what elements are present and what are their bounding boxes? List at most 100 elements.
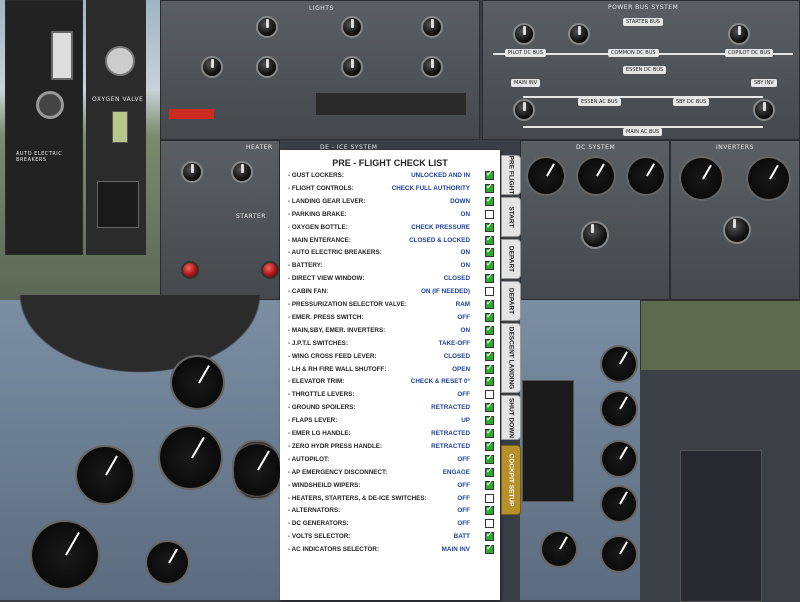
checklist-checkbox[interactable] [485, 440, 494, 451]
light-knob[interactable] [341, 16, 363, 38]
checklist-checkbox[interactable] [485, 427, 494, 438]
checklist-item-label: - EMER. PRESS SWITCH: [288, 313, 364, 321]
checklist-item-label: - FLIGHT CONTROLS: [288, 184, 354, 192]
checklist-item-label: - DC GENERATORS: [288, 520, 349, 528]
starter-button[interactable] [261, 261, 279, 279]
checklist-checkbox[interactable] [485, 234, 494, 245]
checklist-item-value: CHECK & RESET 0° [410, 378, 470, 386]
bus-knob[interactable] [513, 23, 535, 45]
checklist-tab-label: DESCENT LANDING [507, 326, 515, 390]
checklist-tab[interactable]: START [501, 197, 521, 237]
checklist-item-label: - J.P.T.L SWITCHES: [288, 339, 348, 347]
checklist-item-value: RAM [455, 301, 470, 308]
checklist-row: - FLAPS LEVER: UP [288, 414, 498, 430]
checklist-checkbox[interactable] [485, 311, 494, 322]
checklist-item-label: - CABIN FAN: [288, 288, 329, 296]
checklist-item-value: CHECK FULL AUTHORITY [391, 184, 470, 192]
fire-handle[interactable] [97, 181, 139, 228]
bus-knob[interactable] [513, 99, 535, 121]
bus-label: COPILOT DC BUS [725, 49, 774, 57]
oxygen-dial [105, 46, 135, 76]
light-knob[interactable] [256, 56, 278, 78]
light-knob[interactable] [256, 16, 278, 38]
checklist-tab[interactable]: DEPART [501, 281, 521, 321]
checklist-row: - LANDING GEAR LEVER: DOWN [288, 195, 498, 211]
throttle-quadrant[interactable] [680, 450, 762, 602]
checklist-row: - WING CROSS FEED LEVER: CLOSED [288, 350, 498, 366]
checklist-row: - LH & RH FIRE WALL SHUTOFF: OPEN [288, 363, 498, 379]
checklist-checkbox[interactable] [485, 479, 494, 490]
lights-title: LIGHTS [309, 5, 334, 12]
volts-selector-knob[interactable] [581, 221, 609, 249]
starter-button[interactable] [181, 261, 199, 279]
checklist-item-label: - PARKING BRAKE: [288, 210, 347, 218]
checklist-row: - ELEVATOR TRIM: CHECK & RESET 0° [288, 375, 498, 391]
bus-knob[interactable] [568, 23, 590, 45]
checklist-checkbox[interactable] [485, 504, 494, 516]
checklist-item-label: - EMER LG HANDLE: [288, 430, 351, 437]
checklist-checkbox[interactable] [485, 363, 494, 374]
checklist-checkbox[interactable] [485, 221, 494, 232]
checklist-item-value: BATT [453, 533, 470, 541]
checklist-item-label: - ZERO HYDR PRESS HANDLE: [288, 442, 383, 450]
checklist-item-label: - THROTTLE LEVERS: [288, 391, 355, 399]
checklist-checkbox[interactable] [485, 324, 494, 335]
engine-gauge [540, 530, 578, 568]
radio-stack[interactable] [522, 380, 574, 502]
checklist-row: - AC INDICATORS SELECTOR: MAIN INV [288, 543, 498, 559]
power-bus-panel: POWER BUS SYSTEM PILOT DC BUS COMMON DC … [482, 0, 800, 140]
heater-knob[interactable] [231, 161, 253, 183]
checklist-checkbox[interactable] [485, 519, 494, 529]
checklist-item-value: ON [460, 326, 470, 334]
switch-strip[interactable] [316, 93, 466, 115]
checklist-checkbox[interactable] [485, 466, 494, 477]
breaker-knob[interactable] [36, 91, 64, 119]
checklist-tab[interactable]: COCKPIT SETUP [501, 445, 521, 515]
light-knob[interactable] [201, 56, 223, 78]
checklist-tab[interactable]: DESCENT LANDING [501, 323, 521, 393]
breaker-switch[interactable] [51, 31, 73, 80]
checklist-checkbox[interactable] [485, 453, 494, 464]
checklist-row: - PARKING BRAKE: ON [288, 209, 498, 224]
light-knob[interactable] [421, 16, 443, 38]
checklist-checkbox[interactable] [485, 350, 494, 361]
bus-knob[interactable] [753, 99, 775, 121]
checklist-checkbox[interactable] [485, 337, 494, 348]
checklist-row: - ZERO HYDR PRESS HANDLE: RETRACTED [288, 440, 498, 456]
checklist-checkbox[interactable] [485, 390, 494, 400]
checklist-checkbox[interactable] [485, 195, 494, 206]
dc-system-title: DC SYSTEM [576, 144, 616, 151]
checklist-item-value: ON [460, 210, 470, 218]
engine-gauge [600, 440, 638, 478]
checklist-checkbox[interactable] [485, 530, 494, 542]
checklist-checkbox[interactable] [485, 246, 494, 258]
checklist-checkbox[interactable] [485, 182, 494, 193]
checklist-checkbox[interactable] [485, 401, 494, 413]
oxygen-valve-switch[interactable] [112, 111, 128, 143]
checklist-checkbox[interactable] [485, 272, 494, 284]
inverter-knob[interactable] [723, 216, 751, 244]
light-knob[interactable] [421, 56, 443, 78]
lights-panel: LIGHTS [160, 0, 480, 140]
checklist-checkbox[interactable] [485, 259, 494, 271]
checklist-tab[interactable]: SHUT DOWN [501, 395, 521, 440]
checklist-item-label: - LH & RH FIRE WALL SHUTOFF: [288, 365, 387, 373]
checklist-checkbox[interactable] [485, 493, 494, 503]
checklist-checkbox[interactable] [485, 169, 494, 180]
checklist-checkbox[interactable] [485, 543, 494, 555]
checklist-row: - BATTERY: ON [288, 259, 498, 275]
heater-knob[interactable] [181, 161, 203, 183]
checklist-tab[interactable]: PRE FLIGHT [501, 155, 521, 195]
checklist-row: - GROUND SPOILERS: RETRACTED [288, 401, 498, 417]
checklist-checkbox[interactable] [485, 414, 494, 426]
checklist-item-value: RETRACTED [431, 430, 470, 437]
bus-knob[interactable] [728, 23, 750, 45]
inverters-title: INVERTERS [716, 144, 754, 151]
checklist-tab[interactable]: DEPART [501, 239, 521, 279]
checklist-checkbox[interactable] [485, 287, 494, 297]
checklist-row: - CABIN FAN: ON (IF NEEDED) [288, 287, 498, 301]
checklist-checkbox[interactable] [485, 209, 494, 219]
checklist-checkbox[interactable] [485, 298, 494, 309]
light-knob[interactable] [341, 56, 363, 78]
checklist-checkbox[interactable] [485, 375, 494, 387]
